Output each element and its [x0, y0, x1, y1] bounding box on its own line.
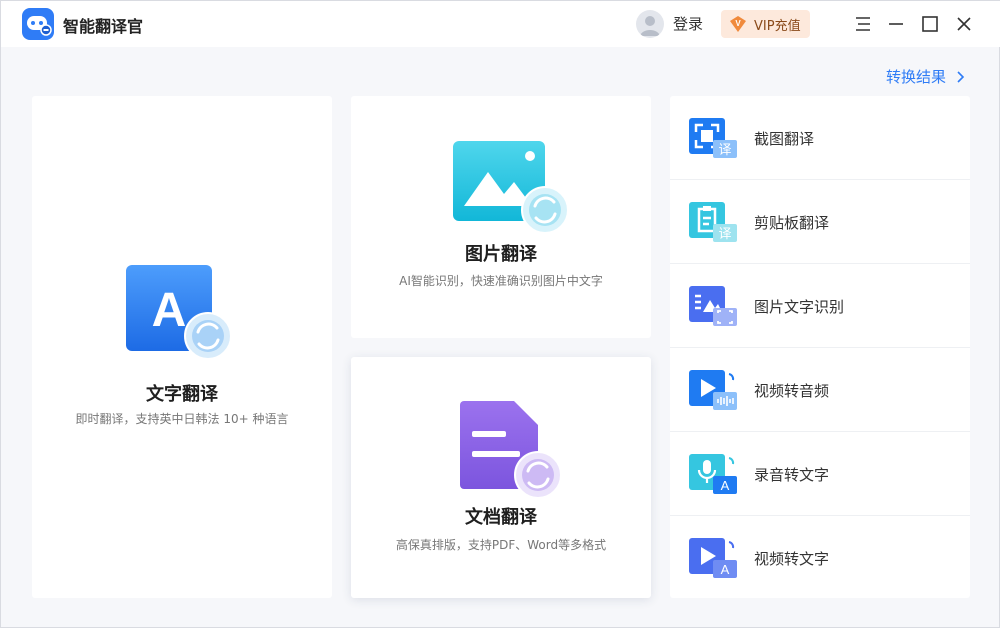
- vip-recharge-label: VIP充值: [754, 19, 801, 34]
- list-label-image-ocr: 图片文字识别: [754, 298, 845, 316]
- text-translate-icon: A: [126, 265, 232, 360]
- title-bar: 智能翻译官 登录 V VIP充值: [1, 1, 1000, 47]
- svg-text:译: 译: [718, 227, 731, 242]
- card-doc-title: 文档翻译: [465, 507, 537, 528]
- card-text-title: 文字翻译: [146, 384, 218, 405]
- svg-text:A: A: [721, 562, 730, 577]
- svg-text:A: A: [721, 478, 730, 493]
- list-label-screenshot-translate: 截图翻译: [754, 130, 815, 148]
- card-text-desc: 即时翻译，支持英中日韩法 10+ 种语言: [75, 412, 289, 426]
- svg-text:A: A: [152, 284, 187, 337]
- card-image-translation[interactable]: 图片翻译 AI智能识别，快速准确识别图片中文字: [351, 96, 651, 338]
- list-item-audio-to-text[interactable]: A 录音转文字: [670, 432, 970, 516]
- card-text-translation[interactable]: A 文字翻译 即时翻译，支持英中日韩法 10+ 种语言: [32, 96, 332, 598]
- list-item-clipboard-translate[interactable]: 译 剪贴板翻译: [670, 180, 970, 264]
- video-to-text-icon: A: [689, 538, 737, 578]
- svg-text:V: V: [735, 19, 741, 28]
- list-item-image-ocr[interactable]: 图片文字识别: [670, 264, 970, 348]
- maximize-icon[interactable]: [919, 13, 941, 35]
- svg-text:译: 译: [718, 143, 731, 158]
- list-label-video-to-text: 视频转文字: [754, 550, 830, 568]
- card-doc-translation[interactable]: 文档翻译 高保真排版，支持PDF、Word等多格式: [351, 357, 651, 598]
- screenshot-translate-icon: 译: [689, 118, 737, 158]
- app-logo: [22, 8, 54, 40]
- image-ocr-icon: [689, 286, 737, 326]
- list-item-video-to-text[interactable]: A 视频转文字: [670, 516, 970, 600]
- list-label-video-to-audio: 视频转音频: [754, 382, 830, 400]
- tools-list: 译 截图翻译 译 剪贴板翻译 图片文字识别 视频转音频 A 录音转文字 A 视频…: [670, 96, 970, 598]
- card-image-title: 图片翻译: [465, 244, 537, 265]
- video-to-audio-icon: [689, 370, 737, 410]
- card-doc-desc: 高保真排版，支持PDF、Word等多格式: [395, 538, 607, 552]
- audio-to-text-icon: A: [689, 454, 737, 494]
- list-label-audio-to-text: 录音转文字: [754, 466, 830, 484]
- image-translate-icon: [453, 141, 569, 234]
- vip-recharge-button[interactable]: V VIP充值: [721, 10, 810, 38]
- app-title: 智能翻译官: [63, 17, 144, 36]
- chevron-right-icon: [957, 68, 965, 86]
- document-translate-icon: [460, 401, 562, 499]
- list-item-video-to-audio[interactable]: 视频转音频: [670, 348, 970, 432]
- convert-results-label: 转换结果: [886, 68, 947, 86]
- list-label-clipboard-translate: 剪贴板翻译: [754, 214, 830, 232]
- convert-results-link[interactable]: 转换结果: [886, 66, 965, 87]
- vip-badge-icon: V: [730, 16, 746, 32]
- clipboard-translate-icon: 译: [689, 202, 737, 242]
- minimize-icon[interactable]: [885, 13, 907, 35]
- list-item-screenshot-translate[interactable]: 译 截图翻译: [670, 96, 970, 180]
- close-icon[interactable]: [953, 13, 975, 35]
- menu-icon[interactable]: [852, 13, 874, 35]
- card-image-desc: AI智能识别，快速准确识别图片中文字: [399, 274, 603, 288]
- avatar[interactable]: [636, 10, 664, 38]
- login-link[interactable]: 登录: [673, 13, 703, 34]
